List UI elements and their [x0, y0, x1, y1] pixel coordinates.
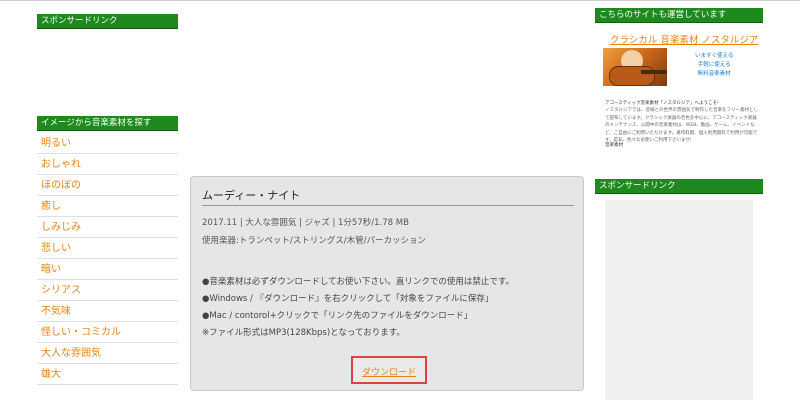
usage-note: ●音楽素材は必ずダウンロードしてお使い下さい。直リンクでの使用は禁止です。	[202, 277, 515, 287]
track-instruments: 使用楽器:トランペット/ストリングス/木管/パーカッション	[202, 236, 426, 246]
sister-site-link[interactable]: クラシカル 音楽素材 ノスタルジア	[610, 32, 758, 46]
category-item-9[interactable]: 怪しい・コミカル	[37, 322, 178, 343]
usage-note: ※ファイル形式はMP3(128Kbps)となっております。	[202, 328, 405, 338]
usage-note: ●Mac / contorol+クリックで「リンク先のファイルをダウンロード」	[202, 311, 473, 321]
category-item-11[interactable]: 雄大	[37, 364, 178, 385]
banner-tagline-line: 手軽に使える	[697, 62, 731, 68]
category-item-7[interactable]: シリアス	[37, 280, 178, 301]
category-item-2[interactable]: ほのぼの	[37, 175, 178, 196]
sister-site-intro-text: ノスタルジアでは、皆様との世界の雰囲気で制作した音楽をフリー素材として配布してい…	[605, 108, 758, 143]
usage-notes: ●音楽素材は必ずダウンロードしてお使い下さい。直リンクでの使用は禁止です。 ●W…	[202, 274, 514, 342]
category-item-3[interactable]: 癒し	[37, 196, 178, 217]
sister-site-banner[interactable]: いますぐ使える 手軽に使える 無料音楽素材	[603, 48, 757, 86]
right-sponsor-heading: スポンサードリンク	[595, 179, 763, 194]
banner-tagline-line: いますぐ使える	[695, 53, 734, 59]
category-list: 明るい おしゃれ ほのぼの 癒し しみじみ 悲しい 暗い シリアス 不気味 怪し…	[37, 133, 178, 385]
track-panel: ムーディー・ナイト 2017.11 | 大人な雰囲気 | ジャズ | 1分57秒…	[190, 176, 584, 391]
sister-site-heading: こちらのサイトも運営しています	[595, 8, 763, 23]
category-item-4[interactable]: しみじみ	[37, 217, 178, 238]
category-item-0[interactable]: 明るい	[37, 133, 178, 154]
guitar-photo	[603, 48, 667, 86]
guitar-icon	[609, 66, 655, 86]
download-highlight: ダウンロード	[351, 356, 427, 384]
usage-note: ●Windows / 『ダウンロード』を右クリックして「対象をファイルに保存」	[202, 294, 494, 304]
category-item-8[interactable]: 不気味	[37, 301, 178, 322]
sister-site-intro-heading: アコースティック音楽素材「ノスタルジア」へようこそ!	[605, 101, 719, 106]
category-item-6[interactable]: 暗い	[37, 259, 178, 280]
banner-tagline: いますぐ使える 手軽に使える 無料音楽素材	[695, 52, 733, 79]
track-meta: 2017.11 | 大人な雰囲気 | ジャズ | 1分57秒/1.78 MB	[202, 218, 409, 228]
track-title: ムーディー・ナイト	[202, 189, 301, 202]
download-link[interactable]: ダウンロード	[362, 368, 416, 378]
category-item-5[interactable]: 悲しい	[37, 238, 178, 259]
banner-tagline-line: 無料音楽素材	[697, 71, 731, 77]
sister-site-footer[interactable]: 音楽素材	[605, 142, 623, 148]
ad-placeholder	[605, 200, 753, 400]
category-item-10[interactable]: 大人な雰囲気	[37, 343, 178, 364]
category-item-1[interactable]: おしゃれ	[37, 154, 178, 175]
left-sponsor-heading: スポンサードリンク	[37, 14, 178, 29]
category-heading: イメージから音楽素材を探す	[37, 116, 178, 131]
title-divider	[202, 205, 574, 206]
top-border	[0, 0, 800, 1]
guitar-neck	[641, 70, 667, 74]
